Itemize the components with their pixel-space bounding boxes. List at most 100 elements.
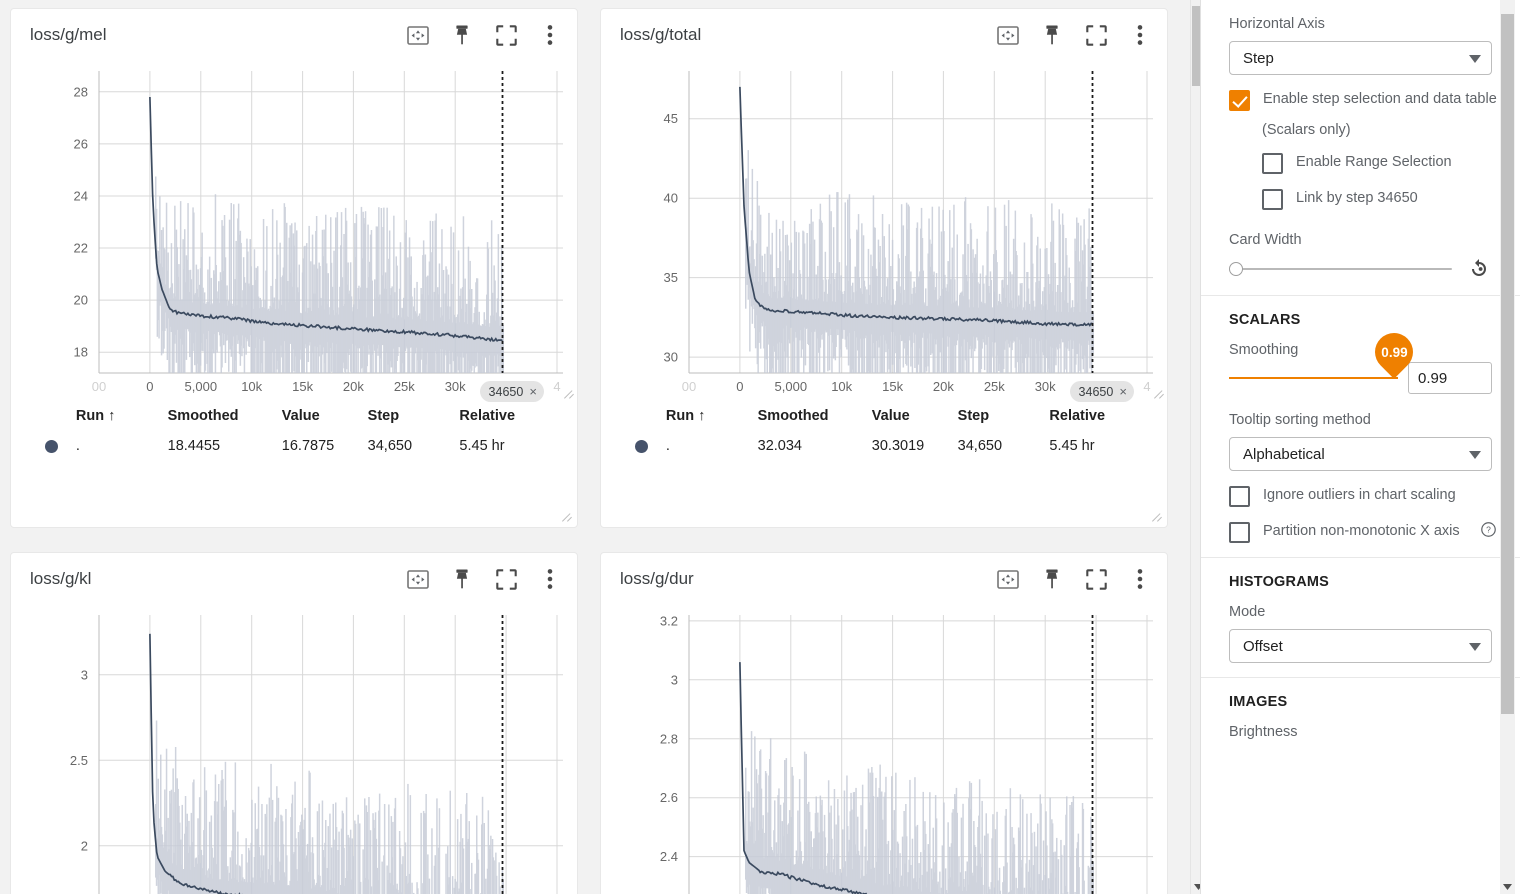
- relative-time-cell: 5.45 hr: [1049, 438, 1095, 454]
- table-row[interactable]: . 18.4455 16.7875 34,650 5.45 hr: [31, 431, 557, 461]
- table-column-header[interactable]: Smoothed: [758, 408, 872, 424]
- link-by-step-label: Link by step 34650: [1296, 190, 1418, 206]
- pin-icon[interactable]: [449, 566, 475, 592]
- ignore-outliers-row[interactable]: Ignore outliers in chart scaling: [1229, 485, 1492, 507]
- more-vert-icon[interactable]: [1127, 566, 1153, 592]
- value-cell: 30.3019: [871, 438, 925, 454]
- more-vert-icon[interactable]: [1127, 22, 1153, 48]
- section-images: IMAGES Brightness: [1201, 678, 1520, 763]
- svg-text:3: 3: [81, 667, 88, 682]
- table-column-header[interactable]: Run ↑: [76, 408, 168, 424]
- cards-scroll-area[interactable]: loss/g/mel 18 20 22 24 26 28 00 0 5,000 10k 15k 20k 2…: [0, 0, 1190, 894]
- step-chip-close-icon[interactable]: ×: [1119, 385, 1127, 398]
- scalar-card: loss/g/dur2.22.42.62.833.2: [600, 552, 1168, 894]
- table-column-header[interactable]: Value: [872, 408, 958, 424]
- svg-text:10k: 10k: [241, 379, 262, 394]
- smoothing-track-filled: [1229, 376, 1398, 380]
- table-column-header[interactable]: Step: [368, 408, 460, 424]
- help-circle-icon[interactable]: ?: [1480, 521, 1497, 538]
- chart-plot[interactable]: 30 35 40 45 00 0 5,000 10k 15k 20k 25k 30k 4 34650 ×: [601, 61, 1167, 402]
- smoothing-input[interactable]: [1408, 362, 1492, 394]
- ignore-outliers-checkbox[interactable]: [1229, 486, 1250, 507]
- table-column-header[interactable]: Run ↑: [666, 408, 758, 424]
- fit-domain-icon[interactable]: [995, 566, 1021, 592]
- tooltip-sort-value: Alphabetical: [1243, 445, 1325, 463]
- fit-domain-icon[interactable]: [995, 22, 1021, 48]
- link-by-step-row[interactable]: Link by step 34650: [1262, 188, 1492, 210]
- fullscreen-icon[interactable]: [1083, 566, 1109, 592]
- card-width-slider[interactable]: [1229, 259, 1452, 279]
- chevron-down-icon: [1469, 446, 1481, 463]
- histogram-mode-select[interactable]: Offset: [1229, 629, 1492, 663]
- step-chip-value: 34650: [1078, 384, 1114, 399]
- step-cell: 34,650: [367, 438, 413, 454]
- fullscreen-icon[interactable]: [493, 22, 519, 48]
- link-by-step-checkbox[interactable]: [1262, 189, 1283, 210]
- horizontal-axis-label: Horizontal Axis: [1229, 16, 1325, 32]
- step-selection-chip[interactable]: 34650 ×: [479, 381, 544, 402]
- table-column-header[interactable]: Value: [282, 408, 368, 424]
- svg-text:20: 20: [74, 293, 88, 308]
- chevron-down-icon: [1469, 50, 1481, 67]
- svg-text:10k: 10k: [831, 379, 852, 394]
- scalar-card: loss/g/kl 1.522.53: [10, 552, 578, 894]
- chart-plot[interactable]: 18 20 22 24 26 28 00 0 5,000 10k 15k 20k 25k 30k 4 3465…: [11, 61, 577, 402]
- more-vert-icon[interactable]: [537, 566, 563, 592]
- enable-step-selection-checkbox[interactable]: [1229, 90, 1250, 111]
- sidebar-scroll-down-arrow[interactable]: [1500, 879, 1515, 894]
- sidebar-scrollbar[interactable]: [1500, 0, 1515, 894]
- horizontal-axis-select[interactable]: Step: [1229, 41, 1492, 75]
- smoothed-value-cell: 18.4455: [167, 438, 221, 454]
- sidebar-scrollbar-thumb[interactable]: [1501, 14, 1514, 714]
- fit-domain-icon[interactable]: [405, 566, 431, 592]
- svg-text:2.6: 2.6: [660, 790, 678, 805]
- card-title: loss/g/kl: [30, 569, 92, 588]
- tooltip-sort-select[interactable]: Alphabetical: [1229, 437, 1492, 471]
- chart-plot[interactable]: 1.522.53: [11, 605, 577, 894]
- pin-icon[interactable]: [449, 22, 475, 48]
- enable-step-selection-row[interactable]: Enable step selection and data table: [1229, 89, 1497, 111]
- svg-text:20k: 20k: [343, 379, 364, 394]
- card-width-reset-icon[interactable]: [1468, 257, 1492, 281]
- table-column-header[interactable]: Step: [958, 408, 1050, 424]
- more-vert-icon[interactable]: [537, 22, 563, 48]
- card-resize-grip[interactable]: [561, 510, 573, 522]
- run-name-cell: .: [75, 438, 80, 454]
- svg-text:26: 26: [74, 136, 88, 151]
- card-header: loss/g/mel: [11, 9, 577, 61]
- fullscreen-icon[interactable]: [1083, 22, 1109, 48]
- svg-text:2.8: 2.8: [660, 731, 678, 746]
- svg-text:45: 45: [664, 111, 678, 126]
- svg-text:?: ?: [1486, 525, 1491, 535]
- enable-range-selection-checkbox[interactable]: [1262, 153, 1283, 174]
- partition-x-axis-checkbox[interactable]: [1229, 522, 1250, 543]
- run-color-dot: [635, 439, 648, 453]
- scalar-card: loss/g/mel 18 20 22 24 26 28 00 0 5,000 10k 15k 20k 2…: [10, 8, 578, 528]
- histogram-mode-label: Mode: [1229, 604, 1266, 620]
- table-column-header[interactable]: Relative: [1049, 408, 1147, 424]
- table-row[interactable]: . 32.034 30.3019 34,650 5.45 hr: [621, 431, 1147, 461]
- partition-x-axis-row[interactable]: Partition non-monotonic X axis ?: [1229, 521, 1496, 543]
- step-selection-chip[interactable]: 34650 ×: [1069, 381, 1134, 402]
- enable-range-selection-row[interactable]: Enable Range Selection: [1262, 152, 1492, 174]
- svg-text:0: 0: [146, 379, 153, 394]
- chart-resize-grip[interactable]: [1153, 387, 1165, 399]
- fit-domain-icon[interactable]: [405, 22, 431, 48]
- fullscreen-icon[interactable]: [493, 566, 519, 592]
- step-chip-close-icon[interactable]: ×: [529, 385, 537, 398]
- table-column-header[interactable]: Relative: [459, 408, 557, 424]
- pin-icon[interactable]: [1039, 566, 1065, 592]
- chart-plot[interactable]: 2.22.42.62.833.2: [601, 605, 1167, 894]
- svg-text:5,000: 5,000: [775, 379, 808, 394]
- ignore-outliers-label: Ignore outliers in chart scaling: [1263, 487, 1456, 503]
- pin-icon[interactable]: [1039, 22, 1065, 48]
- table-column-header[interactable]: Smoothed: [168, 408, 282, 424]
- svg-text:20k: 20k: [933, 379, 954, 394]
- card-width-thumb[interactable]: [1229, 262, 1243, 276]
- run-color-dot: [45, 439, 58, 453]
- smoothing-slider[interactable]: 0.99: [1229, 325, 1421, 389]
- card-resize-grip[interactable]: [1151, 510, 1163, 522]
- card-title: loss/g/total: [620, 25, 702, 44]
- scalars-heading: SCALARS: [1229, 312, 1301, 328]
- chart-resize-grip[interactable]: [563, 387, 575, 399]
